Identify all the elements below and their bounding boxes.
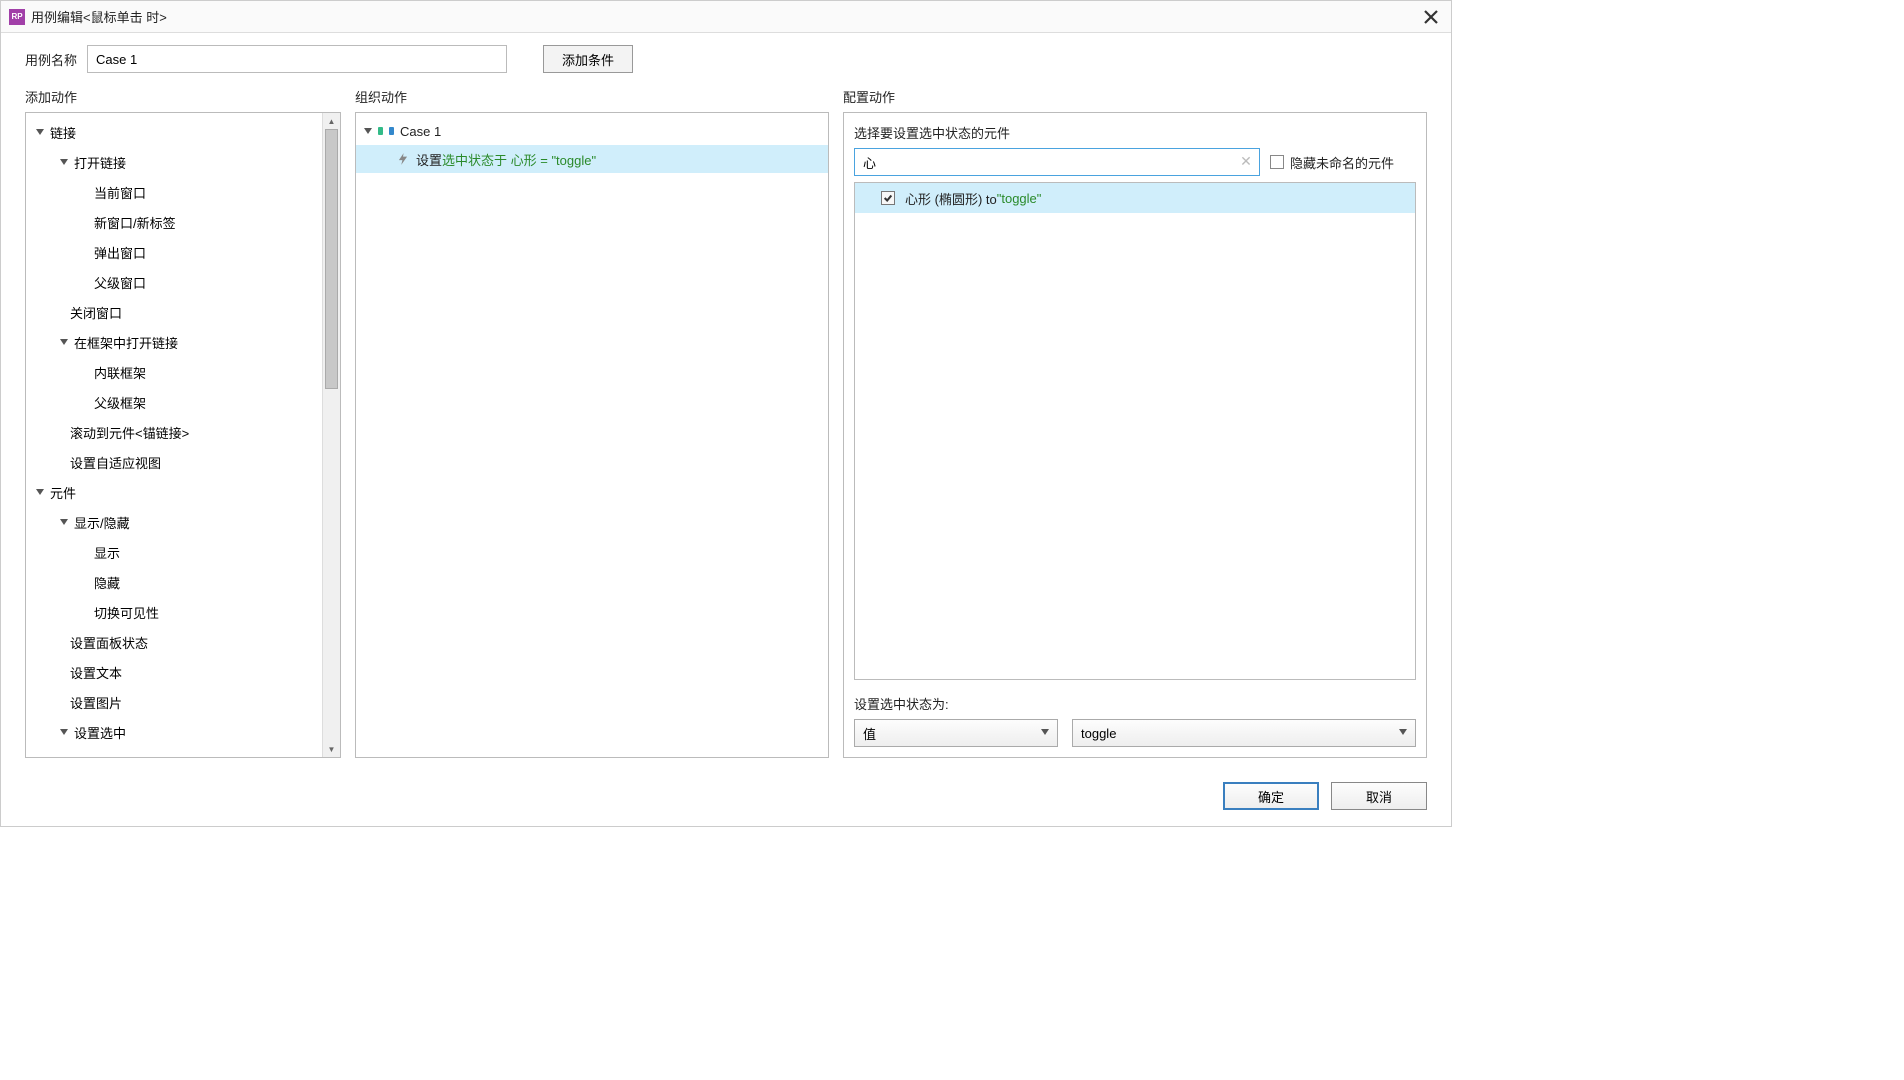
configure-action-panel: 选择要设置选中状态的元件 ✕ 隐藏未命名的元件 — [843, 112, 1427, 758]
left-scrollbar[interactable]: ▲ ▼ — [322, 113, 340, 757]
scroll-up-icon[interactable]: ▲ — [323, 113, 340, 129]
tree-toggle-vis[interactable]: 切换可见性 — [26, 597, 322, 627]
add-action-header: 添加动作 — [25, 81, 341, 112]
configure-action-column: 配置动作 选择要设置选中状态的元件 ✕ 隐藏未命名的元件 — [843, 81, 1427, 758]
tree-set-image[interactable]: 设置图片 — [26, 687, 322, 717]
case-name-label: 用例名称 — [25, 50, 77, 69]
organize-action-panel: Case 1 设置 选中状态于 心形 = "toggle" — [355, 112, 829, 758]
widget-row-heart[interactable]: 心形 (椭圆形) to "toggle" — [855, 183, 1415, 213]
tree-set-panel-state[interactable]: 设置面板状态 — [26, 627, 322, 657]
hide-unnamed-checkbox[interactable]: 隐藏未命名的元件 — [1270, 153, 1394, 172]
action-row-set-selected[interactable]: 设置 选中状态于 心形 = "toggle" — [356, 145, 828, 173]
widget-list[interactable]: 心形 (椭圆形) to "toggle" — [854, 182, 1416, 680]
cancel-button[interactable]: 取消 — [1331, 782, 1427, 810]
tree-show[interactable]: 显示 — [26, 537, 322, 567]
ok-button[interactable]: 确定 — [1223, 782, 1319, 810]
tree-current-window[interactable]: 当前窗口 — [26, 177, 322, 207]
dialog-footer: 确定 取消 — [1, 772, 1451, 826]
titlebar: RP 用例编辑<鼠标单击 时> — [1, 1, 1451, 33]
set-selected-state-label: 设置选中状态为: — [854, 694, 1416, 713]
tree-hide[interactable]: 隐藏 — [26, 567, 322, 597]
state-type-dropdown[interactable]: 值 — [854, 719, 1058, 747]
case-label: Case 1 — [400, 124, 441, 139]
scroll-thumb[interactable] — [325, 129, 338, 389]
editor-columns: 添加动作 链接 打开链接 当前窗口 新窗口/新标签 弹出窗口 父级窗口 关闭窗口… — [1, 81, 1451, 772]
widget-row-value: "toggle" — [997, 191, 1042, 206]
organize-action-header: 组织动作 — [355, 81, 829, 112]
tree-open-in-frame[interactable]: 在框架中打开链接 — [26, 327, 322, 357]
filter-input-wrap: ✕ — [854, 148, 1260, 176]
tree-set-text[interactable]: 设置文本 — [26, 657, 322, 687]
tree-parent-window[interactable]: 父级窗口 — [26, 267, 322, 297]
chevron-down-icon — [1399, 729, 1407, 735]
app-icon: RP — [9, 9, 25, 25]
add-action-panel: 链接 打开链接 当前窗口 新窗口/新标签 弹出窗口 父级窗口 关闭窗口 在框架中… — [25, 112, 341, 758]
tree-scroll-anchor[interactable]: 滚动到元件<锚链接> — [26, 417, 322, 447]
tree-set-selected[interactable]: 设置选中 — [26, 717, 322, 747]
tree-new-window-tab[interactable]: 新窗口/新标签 — [26, 207, 322, 237]
add-action-column: 添加动作 链接 打开链接 当前窗口 新窗口/新标签 弹出窗口 父级窗口 关闭窗口… — [25, 81, 341, 758]
case-icon — [378, 125, 394, 137]
tree-inline-frame[interactable]: 内联框架 — [26, 357, 322, 387]
action-prefix: 设置 — [416, 150, 442, 169]
action-tree[interactable]: 链接 打开链接 当前窗口 新窗口/新标签 弹出窗口 父级窗口 关闭窗口 在框架中… — [26, 113, 322, 757]
checkbox-icon — [1270, 155, 1284, 169]
select-widgets-prompt: 选择要设置选中状态的元件 — [854, 123, 1416, 142]
add-condition-button[interactable]: 添加条件 — [543, 45, 633, 73]
close-icon — [1424, 10, 1438, 24]
widget-row-checkbox[interactable] — [881, 191, 895, 205]
case-name-row: 用例名称 添加条件 — [1, 33, 1451, 81]
scroll-track[interactable] — [323, 129, 340, 741]
case-name-input[interactable] — [87, 45, 507, 73]
organize-action-column: 组织动作 Case 1 设置 选中状态于 心形 = "toggle" — [355, 81, 829, 758]
hide-unnamed-label: 隐藏未命名的元件 — [1290, 153, 1394, 172]
tree-set-adaptive[interactable]: 设置自适应视图 — [26, 447, 322, 477]
window-title: 用例编辑<鼠标单击 时> — [31, 7, 1419, 26]
case-editor-dialog: RP 用例编辑<鼠标单击 时> 用例名称 添加条件 添加动作 链接 打开链接 当… — [0, 0, 1452, 827]
action-detail: 选中状态于 心形 = "toggle" — [442, 150, 596, 169]
close-button[interactable] — [1419, 5, 1443, 29]
tree-popup-window[interactable]: 弹出窗口 — [26, 237, 322, 267]
lightning-icon — [396, 152, 410, 166]
tree-links[interactable]: 链接 — [26, 117, 322, 147]
case-row[interactable]: Case 1 — [356, 117, 828, 145]
scroll-down-icon[interactable]: ▼ — [323, 741, 340, 757]
state-type-value: 值 — [863, 724, 876, 743]
chevron-down-icon — [1041, 729, 1049, 735]
configure-action-header: 配置动作 — [843, 81, 1427, 112]
tree-parent-frame[interactable]: 父级框架 — [26, 387, 322, 417]
tree-close-window[interactable]: 关闭窗口 — [26, 297, 322, 327]
state-value-dropdown[interactable]: toggle — [1072, 719, 1416, 747]
clear-filter-icon[interactable]: ✕ — [1238, 153, 1254, 169]
tree-widgets[interactable]: 元件 — [26, 477, 322, 507]
widget-row-name: 心形 (椭圆形) to — [905, 189, 997, 208]
tree-open-link[interactable]: 打开链接 — [26, 147, 322, 177]
state-value-value: toggle — [1081, 726, 1116, 741]
widget-filter-input[interactable] — [854, 148, 1260, 176]
tree-show-hide[interactable]: 显示/隐藏 — [26, 507, 322, 537]
